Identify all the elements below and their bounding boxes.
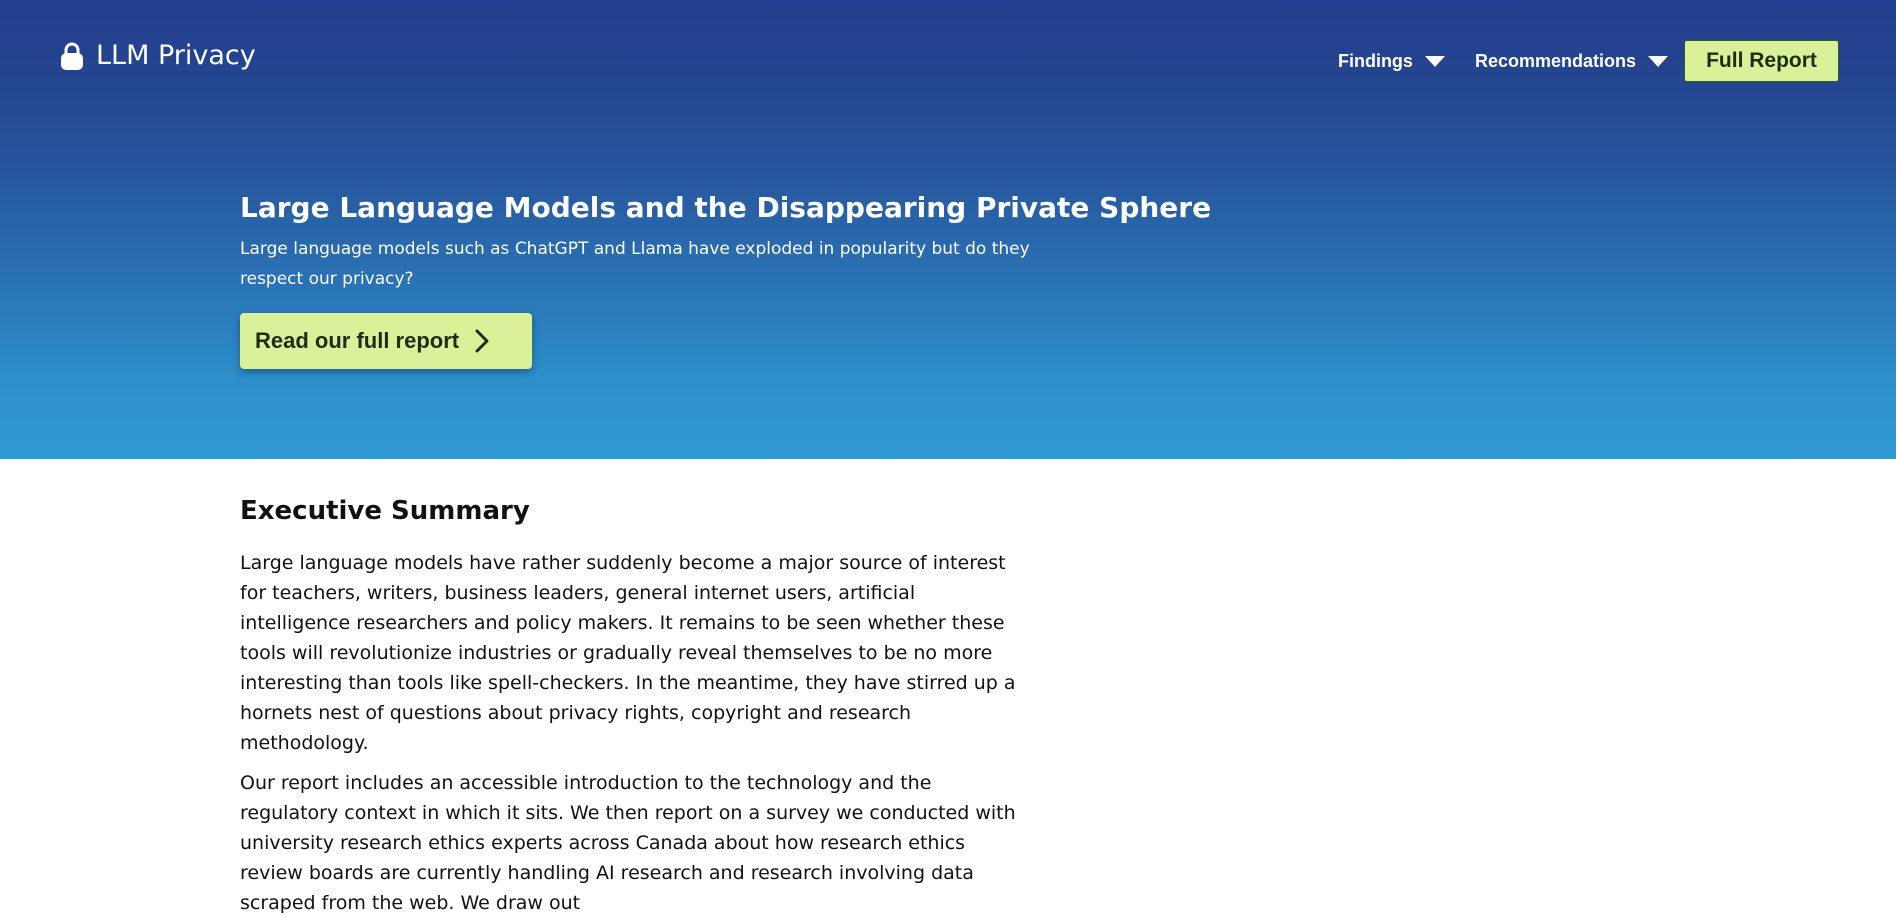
hero-subtitle: Large language models such as ChatGPT an…: [240, 239, 1030, 289]
executive-summary-section: Executive Summary Large language models …: [240, 486, 1020, 918]
chevron-right-icon: [475, 329, 489, 353]
read-full-report-button[interactable]: Read our full report: [240, 313, 532, 369]
hero-banner: LLM Privacy Findings Recommendations Ful…: [0, 0, 1896, 459]
main-nav: Findings Recommendations Full Report: [1338, 40, 1839, 82]
summary-paragraph: Large language models have rather sudden…: [240, 552, 1016, 754]
full-report-button[interactable]: Full Report: [1684, 40, 1839, 82]
nav-findings[interactable]: Findings: [1338, 51, 1445, 72]
lock-icon: [61, 42, 83, 70]
summary-paragraph: Our report includes an accessible introd…: [240, 772, 1016, 914]
nav-recommendations[interactable]: Recommendations: [1475, 51, 1668, 72]
caret-down-icon: [1424, 56, 1445, 67]
nav-recommendations-label: Recommendations: [1474, 50, 1636, 71]
caret-down-icon: [1648, 56, 1668, 67]
nav-findings-label: Findings: [1337, 50, 1413, 71]
section-heading: Executive Summary: [240, 496, 530, 526]
brand-logo[interactable]: LLM Privacy: [60, 38, 256, 74]
read-full-report-label: Read our full report: [255, 328, 460, 353]
brand-name: LLM Privacy: [96, 40, 256, 71]
hero-title: Large Language Models and the Disappeari…: [240, 191, 1212, 224]
